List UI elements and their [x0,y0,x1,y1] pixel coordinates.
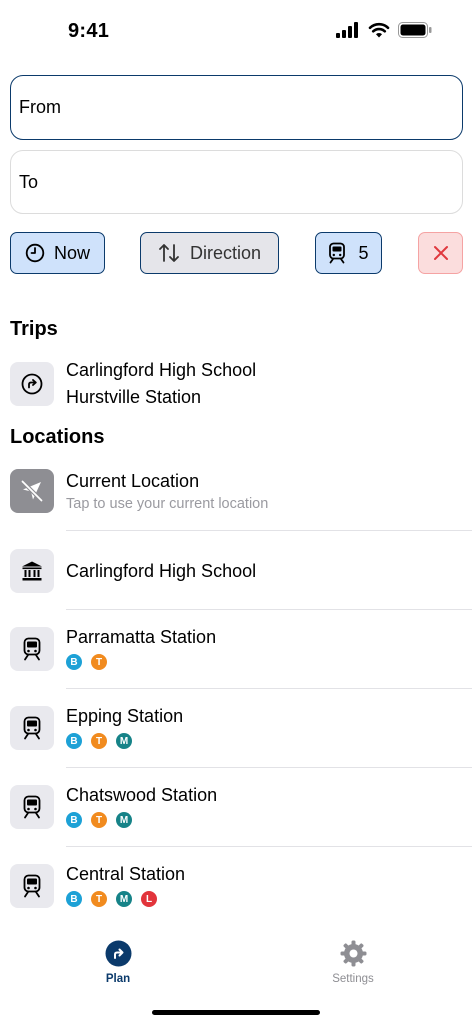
gear-icon [340,940,366,967]
to-placeholder: To [19,171,39,192]
location-item[interactable]: Central Station B T M L [10,864,472,908]
location-name: Carlingford High School [66,561,257,581]
trip-item[interactable]: Carlingford High School Hurstville Stati… [10,360,472,410]
bus-badge: B [66,654,82,670]
location-icon-tile [10,549,54,593]
current-location-icon-tile [10,469,54,513]
location-name: Parramatta Station [66,627,217,647]
location-name: Chatswood Station [66,785,218,805]
trips-title: Trips [10,318,58,340]
status-bar: 9:41 [0,0,472,64]
tab-bar: Plan Settings [0,930,472,990]
bus-badge: B [66,891,82,907]
direction-label: Direction [189,242,262,263]
divider [66,767,472,768]
location-name: Epping Station [66,706,184,726]
train-icon [23,795,41,819]
clock-icon [25,243,45,263]
location-off-icon [21,480,43,502]
bus-badge: B [66,733,82,749]
mode-count: 5 [358,242,369,263]
transport-badges: B T M [66,812,132,828]
current-location-item[interactable]: Current Location Tap to use your current… [10,469,472,531]
transport-modes-button[interactable]: 5 [315,232,382,274]
directions-icon [105,940,131,967]
train-badge: T [91,891,107,907]
swap-vertical-icon [159,244,179,262]
metro-badge: M [116,891,132,907]
trip-icon-tile [10,362,54,406]
location-icon-tile [10,785,54,829]
tab-settings-label: Settings [332,973,374,985]
transport-badges: B T M [66,733,132,749]
locations-title: Locations [10,426,105,448]
home-indicator [152,1010,320,1015]
train-badge: T [91,812,107,828]
tab-settings[interactable]: Settings [313,940,393,985]
train-icon [23,874,41,898]
now-button[interactable]: Now [10,232,105,274]
now-label: Now [53,242,90,263]
wifi-icon [368,22,390,38]
metro-badge: M [116,812,132,828]
location-item[interactable]: Epping Station B T M [10,706,472,750]
train-badge: T [91,733,107,749]
location-name: Central Station [66,864,186,884]
trip-origin: Carlingford High School [66,360,257,380]
location-icon-tile [10,627,54,671]
train-badge: T [91,654,107,670]
current-location-subtitle: Tap to use your current location [66,496,269,512]
train-icon [23,716,41,740]
location-icon-tile [10,706,54,750]
cellular-signal-icon [336,22,358,38]
metro-badge: M [116,733,132,749]
light-rail-badge: L [141,891,157,907]
location-item[interactable]: Parramatta Station B T [10,627,472,671]
from-field[interactable]: From [10,75,463,140]
direction-button[interactable]: Direction [140,232,279,274]
bus-badge: B [66,812,82,828]
train-icon [23,637,41,661]
from-placeholder: From [19,97,61,117]
divider [66,688,472,689]
trip-destination: Hurstville Station [66,387,202,407]
tab-plan[interactable]: Plan [78,940,158,985]
tab-plan-label: Plan [105,973,131,985]
status-time: 9:41 [68,20,110,42]
location-icon-tile [10,864,54,908]
directions-icon [21,373,43,395]
to-field[interactable]: To [10,150,463,214]
current-location-title: Current Location [66,471,200,491]
divider [66,530,472,531]
location-item[interactable]: Chatswood Station B T M [10,785,472,829]
location-item[interactable]: Carlingford High School [10,549,472,593]
close-icon [433,246,448,260]
status-icons [336,22,432,38]
divider [66,846,472,847]
transport-badges: B T [66,654,107,670]
battery-icon [398,22,432,38]
clear-button[interactable] [418,232,463,274]
train-icon [329,242,346,264]
institution-icon [22,561,42,581]
divider [66,609,472,610]
transport-badges: B T M L [66,891,157,907]
